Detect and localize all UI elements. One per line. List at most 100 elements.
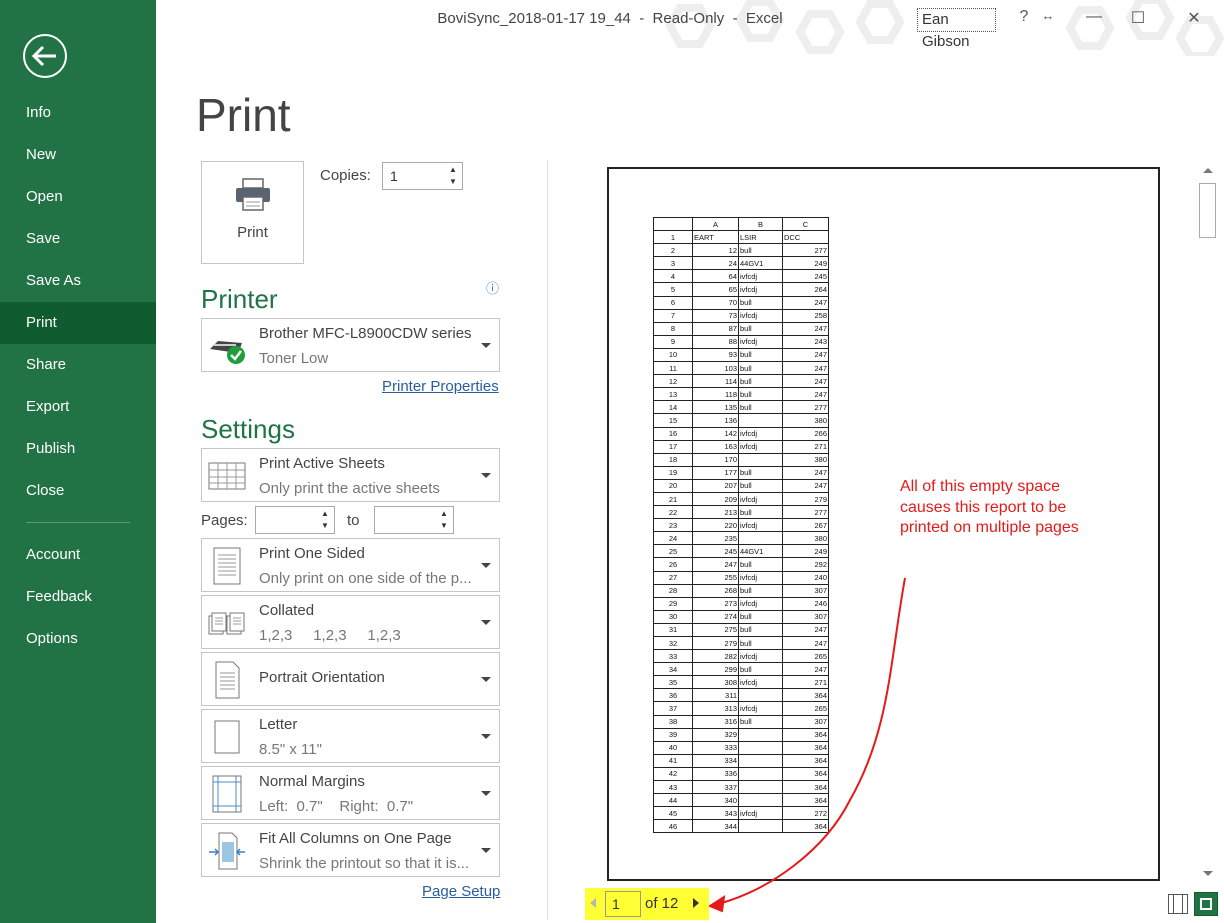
row-number: 22	[653, 505, 693, 520]
table-cell: 247	[782, 295, 829, 310]
scroll-thumb[interactable]	[1199, 183, 1216, 238]
row-number: 18	[653, 452, 693, 467]
printer-heading: Printer	[201, 284, 278, 314]
pages-to-input[interactable]: ▲ ▼	[374, 506, 454, 534]
table-cell: 247	[782, 478, 829, 493]
table-cell: 24	[692, 256, 739, 271]
table-cell: bull	[738, 321, 783, 336]
table-cell	[738, 531, 783, 546]
table-cell: 247	[782, 321, 829, 336]
table-cell: 249	[782, 256, 829, 271]
back-arrow-icon[interactable]	[23, 34, 67, 78]
setting-orientation[interactable]: Portrait Orientation	[201, 652, 500, 706]
info-icon[interactable]: ⓘ	[486, 278, 499, 297]
table-row: 19 177 bull 247	[653, 465, 829, 480]
maximize-button[interactable]: ☐	[1126, 8, 1150, 28]
sidebar-item-new[interactable]: New	[0, 134, 156, 176]
help-button[interactable]: ?	[1012, 8, 1036, 26]
settings-heading: Settings	[201, 414, 295, 444]
previous-page-icon[interactable]	[590, 898, 596, 908]
sidebar-item-options[interactable]: Options	[0, 618, 156, 660]
table-row: 1 EART LSIR DCC	[653, 230, 829, 245]
restore-ribbon-icon[interactable]: ↔	[1036, 8, 1060, 23]
chevron-down-icon	[481, 848, 491, 853]
table-cell: bull	[738, 387, 783, 402]
table-cell: 247	[782, 361, 829, 376]
table-cell: 245	[692, 544, 739, 559]
preview-scrollbar[interactable]	[1198, 163, 1218, 883]
table-cell: 114	[692, 374, 739, 389]
table-row: 12 114 bull 247	[653, 374, 829, 389]
setting-print-what[interactable]: Print Active Sheets Only print the activ…	[201, 448, 500, 502]
sidebar-item-print[interactable]: Print	[0, 302, 156, 344]
next-page-icon[interactable]	[693, 898, 699, 908]
setting-title: Fit All Columns on One Page	[259, 830, 452, 847]
row-number: 28	[653, 583, 693, 598]
setting-scaling[interactable]: Fit All Columns on One Page Shrink the p…	[201, 823, 500, 877]
pages-from-down-icon[interactable]: ▼	[319, 521, 331, 531]
sidebar-item-share[interactable]: Share	[0, 344, 156, 386]
scroll-down-icon[interactable]	[1203, 871, 1213, 876]
printer-dropdown[interactable]: Brother MFC-L8900CDW series Toner Low	[201, 318, 500, 372]
sidebar-item-save-as[interactable]: Save As	[0, 260, 156, 302]
row-number: 15	[653, 413, 693, 428]
row-number: 39	[653, 727, 693, 742]
pages-from-up-icon[interactable]: ▲	[319, 509, 331, 519]
sheet-grid-icon	[208, 462, 246, 490]
chevron-down-icon	[481, 734, 491, 739]
table-cell: 44GV1	[738, 544, 783, 559]
copies-input[interactable]: 1 ▲ ▼	[382, 162, 463, 190]
table-cell: 247	[782, 347, 829, 363]
setting-margins[interactable]: Normal Margins Left: 0.7" Right: 0.7"	[201, 766, 500, 820]
row-number: 24	[653, 531, 693, 546]
table-cell: bull	[738, 374, 783, 389]
sidebar-item-account[interactable]: Account	[0, 534, 156, 576]
table-cell: 266	[782, 426, 829, 441]
row-number: 16	[653, 426, 693, 441]
table-cell: 380	[782, 452, 829, 467]
scroll-up-icon[interactable]	[1203, 168, 1213, 173]
table-row: 24 235 380	[653, 531, 829, 546]
show-margins-icon[interactable]	[1168, 894, 1188, 914]
setting-sides[interactable]: Print One Sided Only print on one side o…	[201, 538, 500, 592]
table-row: 3 24 44GV1 249	[653, 256, 829, 271]
sidebar-item-publish[interactable]: Publish	[0, 428, 156, 470]
account-name[interactable]: Ean Gibson	[917, 8, 996, 50]
sidebar-item-open[interactable]: Open	[0, 176, 156, 218]
annotation-arrow	[707, 577, 906, 913]
close-window-button[interactable]: ✕	[1182, 8, 1206, 28]
printer-properties-link[interactable]: Printer Properties	[382, 378, 499, 395]
table-cell: 12	[692, 243, 739, 258]
row-number: 25	[653, 544, 693, 559]
setting-collation[interactable]: Collated 1,2,3 1,2,3 1,2,3	[201, 595, 500, 649]
table-cell: 73	[692, 308, 739, 323]
table-cell: ivfcdj	[738, 282, 783, 297]
print-button[interactable]: Print	[201, 161, 304, 264]
table-cell: bull	[738, 478, 783, 493]
pages-to-down-icon[interactable]: ▼	[438, 521, 450, 531]
row-number: 11	[653, 361, 693, 376]
row-number: 42	[653, 766, 693, 782]
pages-from-input[interactable]: ▲ ▼	[255, 506, 335, 534]
current-page-input[interactable]: 1	[605, 891, 641, 917]
sidebar-item-feedback[interactable]: Feedback	[0, 576, 156, 618]
setting-paper-size[interactable]: Letter 8.5" x 11"	[201, 709, 500, 763]
sidebar-item-export[interactable]: Export	[0, 386, 156, 428]
zoom-to-page-icon[interactable]	[1194, 892, 1218, 916]
pages-to-up-icon[interactable]: ▲	[438, 509, 450, 519]
minimize-button[interactable]: —	[1082, 8, 1106, 26]
sidebar-item-save[interactable]: Save	[0, 218, 156, 260]
copies-down-icon[interactable]: ▼	[447, 177, 459, 187]
sidebar-item-close[interactable]: Close	[0, 470, 156, 512]
sidebar-item-info[interactable]: Info	[0, 92, 156, 134]
copies-up-icon[interactable]: ▲	[447, 165, 459, 175]
collated-pages-icon	[208, 612, 245, 635]
row-number: 36	[653, 688, 693, 703]
table-row: 25 245 44GV1 249	[653, 544, 829, 559]
table-row: 17 163 ivfcdj 271	[653, 439, 829, 454]
page-setup-link[interactable]: Page Setup	[422, 883, 500, 900]
row-number: 27	[653, 570, 693, 585]
chevron-down-icon	[481, 791, 491, 796]
table-row: 6 70 bull 247	[653, 295, 829, 310]
table-row: 22 213 bull 277	[653, 505, 829, 520]
